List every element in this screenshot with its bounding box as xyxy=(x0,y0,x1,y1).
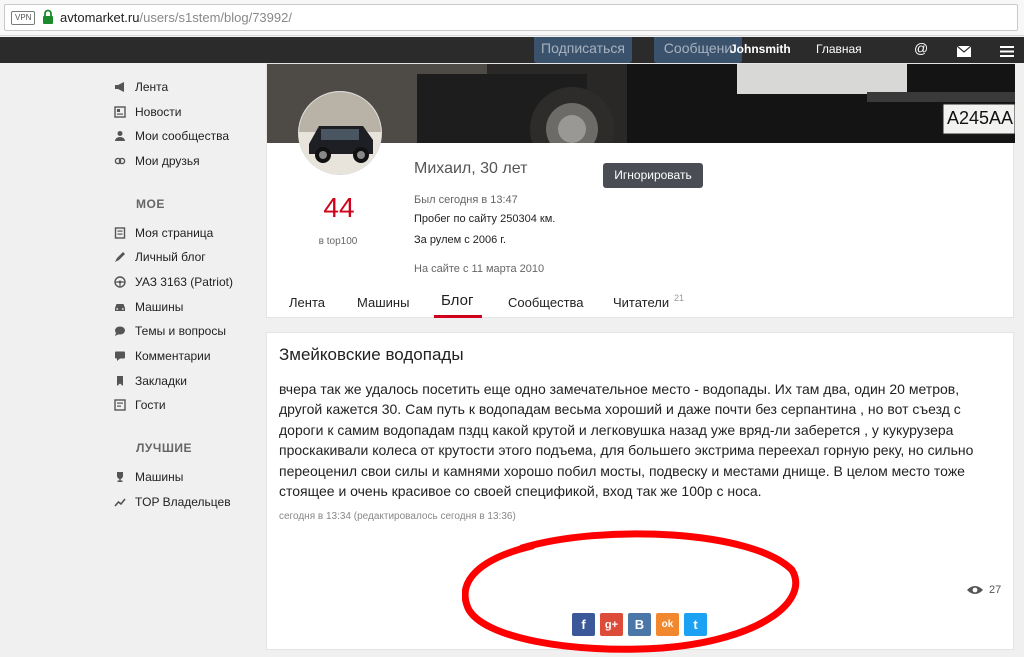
browser-address-bar: VPN avtomarket.ru/users/s1stem/blog/7399… xyxy=(0,0,1024,36)
registered-since: На сайте с 11 марта 2010 xyxy=(414,263,545,275)
subscribe-ghost-button: Подписаться xyxy=(534,37,632,63)
sidebar-item-communities[interactable]: Мои сообщества xyxy=(114,127,229,145)
menu-icon[interactable] xyxy=(1000,44,1014,62)
sidebar-item-label: Закладки xyxy=(135,374,187,388)
sidebar-item-comments[interactable]: Комментарии xyxy=(114,347,211,365)
sidebar-item-news[interactable]: Новости xyxy=(114,103,181,121)
eye-icon xyxy=(967,586,983,594)
driving-since: За рулем с 2006 г. xyxy=(414,234,507,246)
url-text[interactable]: avtomarket.ru/users/s1stem/blog/73992/ xyxy=(60,10,292,26)
rating-label: в top100 xyxy=(318,236,358,247)
friends-icon xyxy=(114,155,126,167)
sidebar-item-label: Темы и вопросы xyxy=(135,324,226,338)
readers-count: 21 xyxy=(674,293,685,303)
url-domain: avtomarket.ru xyxy=(60,10,140,25)
tab-feed[interactable]: Лента xyxy=(289,295,325,310)
sidebar-item-cars[interactable]: Машины xyxy=(114,298,183,316)
sidebar-item-personal-blog[interactable]: Личный блог xyxy=(114,248,206,266)
sidebar-item-label: Мои сообщества xyxy=(135,129,230,143)
sidebar-item-best-cars[interactable]: Машины xyxy=(114,468,183,486)
sidebar-item-friends[interactable]: Мои друзья xyxy=(114,152,200,170)
nav-username[interactable]: Johnsmith xyxy=(730,41,791,57)
share-buttons: f g+ B ok t xyxy=(572,613,712,636)
chat-icon xyxy=(114,325,126,337)
tab-blog[interactable]: Блог xyxy=(441,292,473,309)
google-plus-icon[interactable]: g+ xyxy=(600,613,623,636)
profile-name: Михаил, 30 лет xyxy=(414,160,528,177)
sidebar-item-bookmarks[interactable]: Закладки xyxy=(114,372,187,390)
mileage: Пробег по сайту 250304 км. xyxy=(414,213,556,225)
sidebar: Лента Новости Мои сообщества Мои друзья … xyxy=(0,63,262,657)
at-icon[interactable]: @ xyxy=(914,40,928,56)
url-path: /users/s1stem/blog/73992/ xyxy=(139,10,292,25)
odnoklassniki-icon[interactable]: ok xyxy=(656,613,679,636)
sidebar-item-uaz[interactable]: УАЗ 3163 (Patriot) xyxy=(114,273,233,291)
post-meta: сегодня в 13:34 (редактировалось сегодня… xyxy=(279,511,516,522)
ignore-button[interactable]: Игнорировать xyxy=(603,163,703,188)
sidebar-item-label: Личный блог xyxy=(135,250,206,264)
profile-card: А245АА 44 в top100 Михаил, 30 лет Был се… xyxy=(266,63,1015,318)
sidebar-item-label: УАЗ 3163 (Patriot) xyxy=(135,275,233,289)
post-body: вчера так же удалось посетить еще одно з… xyxy=(279,381,974,500)
steering-wheel-icon xyxy=(114,276,126,288)
sidebar-item-label: Моя страница xyxy=(135,226,214,240)
rating-value: 44 xyxy=(323,192,355,223)
guests-icon xyxy=(114,399,126,411)
sidebar-item-guests[interactable]: Гости xyxy=(114,396,166,414)
mail-icon[interactable] xyxy=(956,44,972,62)
pen-icon xyxy=(114,251,126,263)
sidebar-item-my-page[interactable]: Моя страница xyxy=(114,224,213,242)
sidebar-item-label: Машины xyxy=(135,470,184,484)
sidebar-section-best: ЛУЧШИЕ xyxy=(136,441,193,455)
comment-icon xyxy=(114,350,126,362)
post-title[interactable]: Змейковские водопады xyxy=(279,345,464,365)
megaphone-icon xyxy=(114,81,126,93)
community-icon xyxy=(114,130,126,142)
last-seen: Был сегодня в 13:47 xyxy=(414,194,518,206)
car-icon xyxy=(114,301,126,313)
page-icon xyxy=(114,227,126,239)
active-tab-indicator xyxy=(434,315,482,318)
news-icon xyxy=(114,106,126,118)
facebook-icon[interactable]: f xyxy=(572,613,595,636)
views-count: 27 xyxy=(989,584,1002,596)
url-field[interactable]: VPN avtomarket.ru/users/s1stem/blog/7399… xyxy=(4,4,1018,31)
bookmark-icon xyxy=(114,375,126,387)
vpn-badge[interactable]: VPN xyxy=(11,11,36,25)
tab-cars[interactable]: Машины xyxy=(357,295,409,310)
tab-readers[interactable]: Читатели xyxy=(613,295,669,310)
sidebar-item-label: Машины xyxy=(135,300,184,314)
view-counter: 27 xyxy=(967,584,1001,596)
lock-icon xyxy=(42,9,54,25)
sidebar-item-topics[interactable]: Темы и вопросы xyxy=(114,322,226,340)
license-plate: А245АА xyxy=(947,108,1014,128)
vkontakte-icon[interactable]: B xyxy=(628,613,651,636)
message-ghost-button: Сообщени xyxy=(654,37,742,63)
sidebar-item-label: Мои друзья xyxy=(135,154,200,168)
sidebar-item-label: Новости xyxy=(135,105,182,119)
trophy-icon xyxy=(114,471,126,483)
trend-icon xyxy=(114,496,126,508)
avatar[interactable] xyxy=(298,91,382,175)
twitter-icon[interactable]: t xyxy=(684,613,707,636)
tab-communities[interactable]: Сообщества xyxy=(508,295,584,310)
top-navigation: Подписаться Сообщени Johnsmith Главная @ xyxy=(0,37,1024,63)
sidebar-item-feed[interactable]: Лента xyxy=(114,78,168,96)
sidebar-item-label: Гости xyxy=(135,398,166,412)
sidebar-item-label: TOP Владельцев xyxy=(135,495,231,509)
blog-post: Змейковские водопады вчера так же удалос… xyxy=(266,332,1014,650)
sidebar-item-label: Комментарии xyxy=(135,349,211,363)
sidebar-item-top-owners[interactable]: TOP Владельцев xyxy=(114,493,231,511)
sidebar-section-mine: МОЕ xyxy=(136,197,165,211)
nav-home-link[interactable]: Главная xyxy=(816,41,862,57)
sidebar-item-label: Лента xyxy=(135,80,169,94)
